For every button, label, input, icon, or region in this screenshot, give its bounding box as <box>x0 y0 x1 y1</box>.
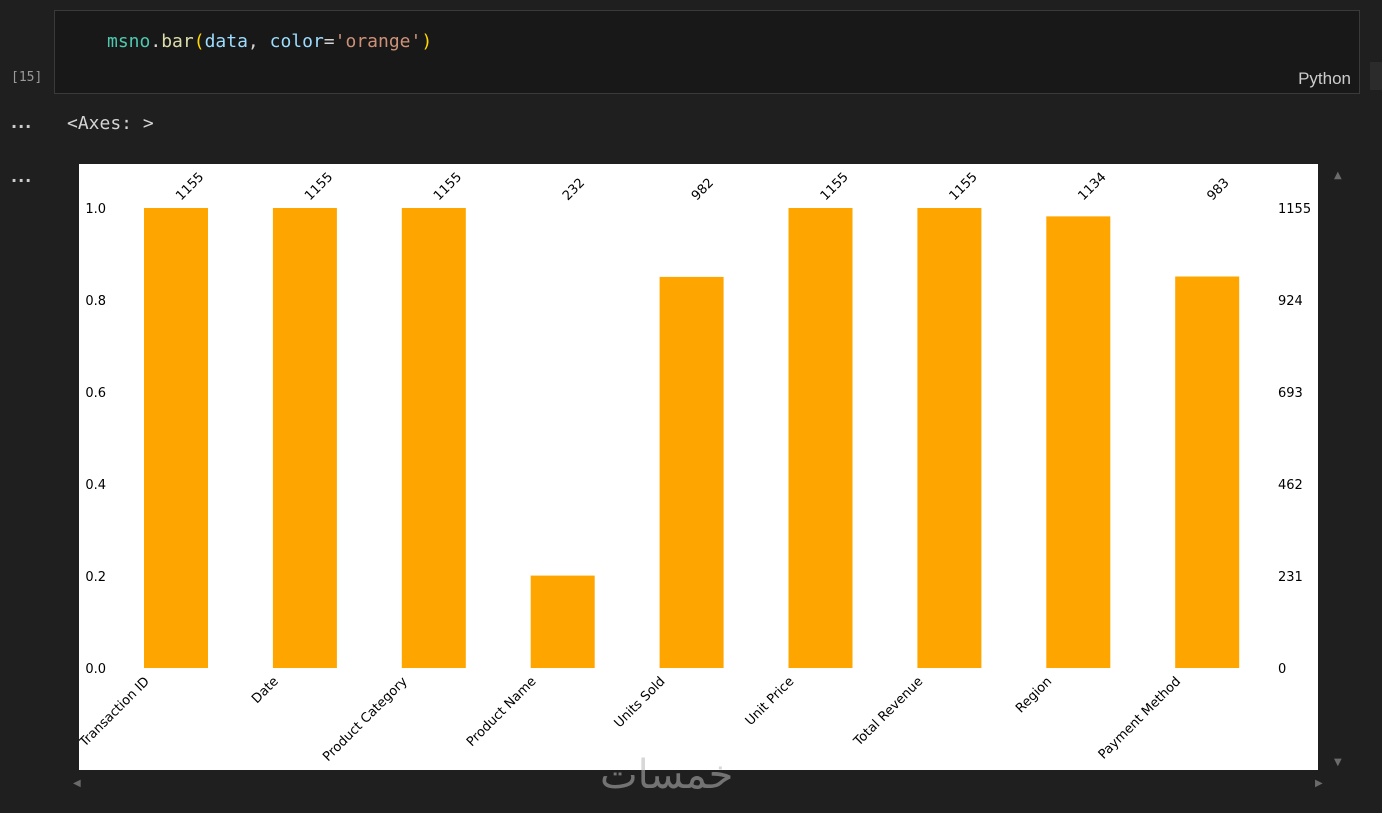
x-tick-label: Date <box>249 674 282 707</box>
y-tick-right: 693 <box>1278 386 1303 401</box>
x-tick-label: Transaction ID <box>79 674 153 751</box>
code-line[interactable]: msno.bar(data, color='orange') <box>107 31 432 52</box>
code-token: . <box>150 31 162 52</box>
code-token: ( <box>193 31 205 52</box>
y-tick-left: 0.4 <box>85 478 106 493</box>
cell-scrollbar[interactable] <box>1370 62 1382 90</box>
x-tick-label: Product Name <box>464 674 540 750</box>
y-tick-right: 0 <box>1278 662 1286 677</box>
y-tick-right: 231 <box>1278 570 1303 585</box>
bar-value-label: 1134 <box>1076 170 1110 204</box>
x-tick-label: Product Category <box>320 674 411 765</box>
bar-value-label: 1155 <box>302 170 336 204</box>
scroll-left-icon[interactable]: ◀ <box>73 779 81 789</box>
y-tick-right: 1155 <box>1278 202 1311 217</box>
bar <box>917 208 982 668</box>
bar <box>1046 216 1111 668</box>
scroll-right-icon[interactable]: ▶ <box>1315 779 1323 789</box>
x-tick-label: Total Revenue <box>850 674 926 750</box>
y-tick-left: 0.8 <box>85 294 106 309</box>
output-more-icon[interactable]: ... <box>11 115 32 131</box>
y-tick-right: 924 <box>1278 294 1303 309</box>
output-more-icon-2[interactable]: ... <box>11 169 32 185</box>
code-token: 'orange' <box>334 31 422 52</box>
y-tick-left: 0.2 <box>85 570 106 585</box>
bar-value-label: 1155 <box>947 170 981 204</box>
bar-value-label: 983 <box>1204 176 1232 204</box>
code-token: color <box>269 31 324 52</box>
x-tick-label: Region <box>1013 674 1055 716</box>
code-token: bar <box>161 31 194 52</box>
language-label[interactable]: Python <box>1298 69 1351 89</box>
y-tick-left: 0.6 <box>85 386 106 401</box>
bar-value-label: 982 <box>689 176 717 204</box>
chart-area: 0.0 0.2 0.4 0.6 0.8 1.0 0 231 462 693 924 1155 1155 T… <box>76 164 1318 770</box>
bar <box>659 276 724 668</box>
bar-value-label: 1155 <box>173 170 207 204</box>
code-cell[interactable]: msno.bar(data, color='orange') Python <box>54 10 1360 94</box>
axes-output-text: <Axes: > <box>67 113 154 134</box>
code-token: , <box>247 31 270 52</box>
x-tick-label: Unit Price <box>743 674 798 729</box>
bar <box>401 208 466 668</box>
bar <box>788 208 853 668</box>
y-tick-left: 1.0 <box>85 202 106 217</box>
x-tick-label: Payment Method <box>1096 674 1184 762</box>
watermark-logo: خمسات <box>600 752 734 798</box>
code-token: ) <box>421 31 433 52</box>
code-token: = <box>323 31 335 52</box>
code-token: data <box>204 31 248 52</box>
bar-value-label: 1155 <box>431 170 465 204</box>
bar-value-label: 1155 <box>818 170 852 204</box>
execution-count: [15] <box>11 70 43 85</box>
bar <box>1175 276 1240 668</box>
bar-value-label: 232 <box>560 176 588 204</box>
bar <box>530 575 595 668</box>
scroll-down-icon[interactable]: ▼ <box>1334 758 1342 768</box>
code-token: msno <box>107 31 151 52</box>
scroll-up-icon[interactable]: ▲ <box>1334 171 1342 181</box>
bar <box>272 208 337 668</box>
bar <box>144 208 208 668</box>
x-tick-label: Units Sold <box>612 674 669 731</box>
y-tick-right: 462 <box>1278 478 1303 493</box>
missingno-bar-chart: 0.0 0.2 0.4 0.6 0.8 1.0 0 231 462 693 924 1155 1155 T… <box>76 170 1311 765</box>
y-tick-left: 0.0 <box>85 662 106 677</box>
